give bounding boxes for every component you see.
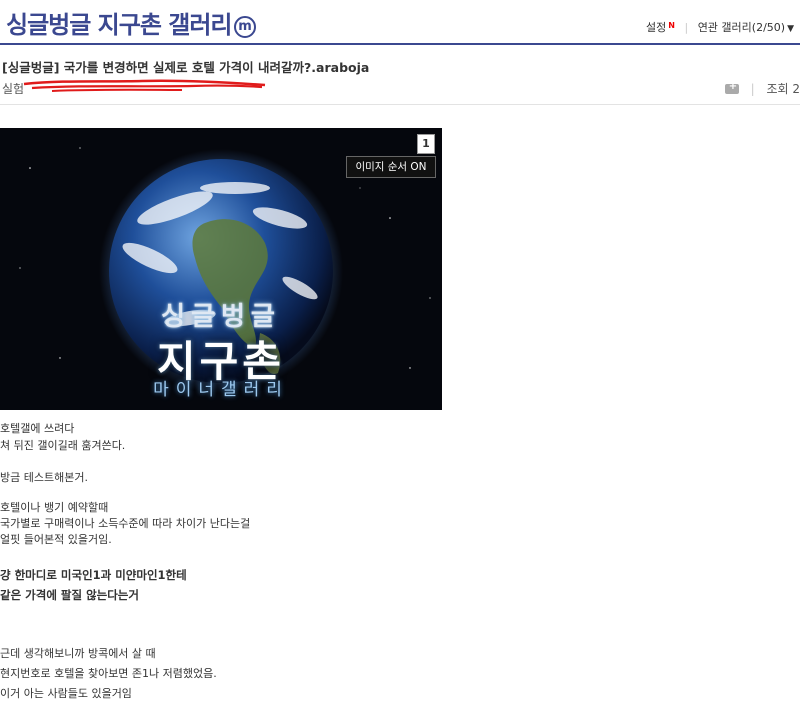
folder-add-icon[interactable] (724, 81, 739, 94)
body-line-bold: 걍 한마디로 미국인1과 미얀마인1한테 (0, 568, 187, 582)
body-line: 쳐 뒤진 갤이길래 훔겨쓴다. (0, 439, 126, 452)
gallery-title-text[interactable]: 싱글벙글 지구촌 갤러리 (6, 11, 233, 39)
header-links: 설정 N | 연관 갤러리(2/50) ▼ (646, 19, 794, 35)
body-line: 호텔이나 뱅기 예약할때 (0, 501, 109, 514)
new-badge: N (668, 21, 675, 30)
post-image[interactable]: 1 이미지 순서 ON 싱글벙글 지구촌 마이너갤러리 (0, 128, 442, 410)
body-line: 현지번호로 호텔을 찾아보면 존1나 저렴했었음. (0, 667, 217, 680)
image-order-button[interactable]: 이미지 순서 ON (346, 156, 436, 178)
post-writer[interactable]: 실험 (2, 80, 24, 97)
gallery-header: 싱글벙글 지구촌 갤러리 m 설정 N | 연관 갤러리(2/50) ▼ (0, 0, 800, 45)
redaction-scribble (23, 79, 266, 92)
body-line-bold: 같은 가격에 팔질 않는다는거 (0, 588, 139, 602)
divider: | (684, 21, 689, 34)
post-meta: | 조회 2 (724, 80, 800, 97)
body-line: 이거 아는 사람들도 있을거임 (0, 687, 132, 700)
chevron-down-icon[interactable]: ▼ (787, 24, 794, 34)
separator-line (0, 104, 800, 105)
post-title: [싱글벙글] 국가를 변경하면 실제로 호텔 가격이 내려갈까?.araboja (2, 60, 370, 75)
body-line: 방금 테스트해본거. (0, 471, 88, 484)
body-line: 호텔갤에 쓰려다 (0, 422, 75, 435)
settings-link[interactable]: 설정 (646, 21, 666, 34)
body-line: 얼핏 들어본적 있을거임. (0, 533, 112, 546)
body-line: 국가별로 구매력이나 소득수준에 따라 차이가 난다는걸 (0, 517, 251, 530)
related-gallery-dropdown[interactable]: 연관 갤러리(2/50) ▼ (698, 21, 794, 34)
gallery-title[interactable]: 싱글벙글 지구촌 갤러리 m (6, 5, 256, 40)
related-gallery-label[interactable]: 연관 갤러리(2/50) (698, 21, 785, 34)
minor-gallery-icon: m (233, 16, 256, 38)
view-count: 조회 2 (766, 82, 800, 96)
body-line: 근데 생각해보니까 방콕에서 살 때 (0, 647, 156, 660)
image-number-badge: 1 (417, 134, 435, 154)
divider: | (750, 82, 755, 96)
logo-text-line3: 마이너갤러리 (153, 380, 289, 400)
